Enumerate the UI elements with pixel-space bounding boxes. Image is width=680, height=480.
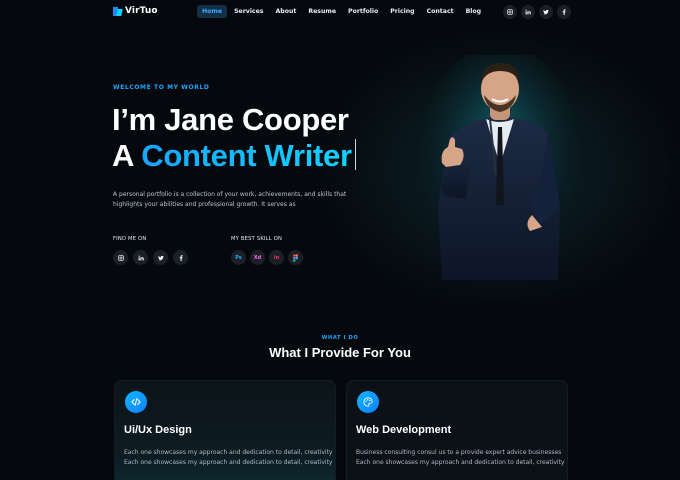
- twitter-icon[interactable]: [539, 5, 553, 19]
- nav-item-services[interactable]: Services: [229, 5, 268, 18]
- hero-description: A personal portfolio is a collection of …: [113, 191, 347, 208]
- service-card-title: Ui/Ux Design: [124, 424, 192, 436]
- nav-item-pricing[interactable]: Pricing: [385, 5, 419, 18]
- linkedin-icon[interactable]: [133, 250, 148, 265]
- instagram-icon[interactable]: [113, 250, 128, 265]
- facebook-icon[interactable]: [557, 5, 571, 19]
- logo[interactable]: VirTuo: [113, 6, 158, 16]
- hero-title-highlight: Content Writer: [141, 138, 352, 173]
- facebook-icon[interactable]: [173, 250, 188, 265]
- hero-socials: [113, 250, 188, 265]
- nav-item-about[interactable]: About: [270, 5, 301, 18]
- hero-kicker: WELCOME TO MY WORLD: [113, 84, 210, 91]
- services-kicker: WHAT I DO: [321, 335, 359, 341]
- palette-icon: [357, 391, 379, 413]
- instagram-icon[interactable]: [503, 5, 517, 19]
- nav-item-home[interactable]: Home: [197, 5, 228, 18]
- service-card-title: Web Development: [356, 424, 452, 436]
- hero-title-line1: I’m Jane Cooper: [112, 102, 349, 137]
- page: VirTuo Home Services About Resume Portfo…: [0, 0, 680, 480]
- header-socials: [503, 5, 571, 19]
- main-nav: Home Services About Resume Portfolio Pri…: [197, 5, 488, 18]
- code-icon: [125, 391, 147, 413]
- profile-photo: [420, 55, 580, 280]
- service-card-webdev[interactable]: Web Development Business consulting cons…: [346, 380, 568, 480]
- find-me-label: FIND ME ON: [113, 236, 147, 242]
- nav-item-portfolio[interactable]: Portfolio: [343, 5, 383, 18]
- best-skill-label: MY BEST SKILL ON: [231, 236, 283, 242]
- logo-text: VirTuo: [125, 6, 158, 16]
- services-title: What I Provide For You: [269, 345, 411, 360]
- hero-title-line2: A Content Writer: [112, 138, 356, 174]
- site-header: VirTuo Home Services About Resume Portfo…: [0, 0, 680, 24]
- skill-icons: Ps Xd in: [231, 250, 303, 265]
- service-card-text: Each one showcases my approach and dedic…: [124, 449, 333, 466]
- logo-icon: [113, 6, 122, 16]
- linkedin-icon[interactable]: [521, 5, 535, 19]
- service-card-text: Business consulting consul us to a provi…: [356, 449, 565, 466]
- xd-icon[interactable]: Xd: [250, 250, 265, 265]
- photoshop-icon[interactable]: Ps: [231, 250, 246, 265]
- nav-item-contact[interactable]: Contact: [422, 5, 459, 18]
- nav-item-resume[interactable]: Resume: [303, 5, 341, 18]
- typing-cursor: [354, 139, 356, 170]
- service-card-uiux[interactable]: Ui/Ux Design Each one showcases my appro…: [114, 380, 336, 480]
- nav-item-blog[interactable]: Blog: [461, 5, 487, 18]
- hero-title-prefix: A: [112, 138, 142, 173]
- invision-icon[interactable]: in: [269, 250, 284, 265]
- twitter-icon[interactable]: [153, 250, 168, 265]
- figma-icon[interactable]: [288, 250, 303, 265]
